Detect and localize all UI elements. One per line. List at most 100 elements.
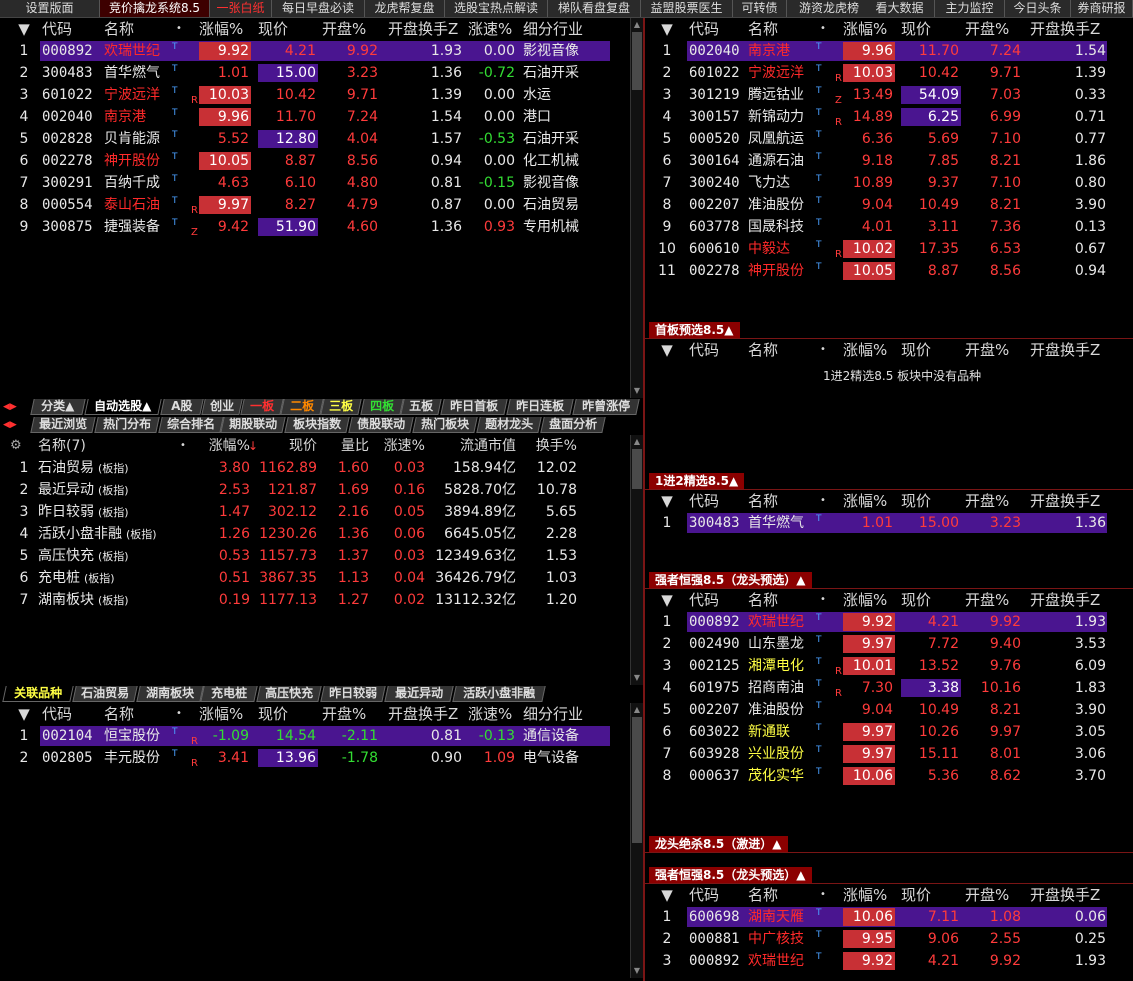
column-header-turn[interactable]: 开盘换手Z <box>1030 589 1126 611</box>
table-row[interactable]: 6 300164 通源石油 T 9.18 7.85 8.21 1.86 <box>645 150 1133 172</box>
stock-code[interactable]: 000881 <box>689 928 747 950</box>
table-row[interactable]: 2 最近异动 (板指) 2.53 121.87 1.69 0.16 5828.70亿 10.78 <box>0 479 643 501</box>
strip-tab-1[interactable]: 分类▲ <box>30 399 86 415</box>
info-t-icon[interactable]: T <box>816 902 822 924</box>
stock-name[interactable]: 湖南天雁 <box>748 906 823 928</box>
table-row[interactable]: 2 601022 宁波远洋 T R 10.03 10.42 9.71 1.39 <box>645 62 1133 84</box>
stock-name[interactable]: 南京港 <box>104 106 179 128</box>
main-list-scrollbar[interactable]: ▲ ▼ <box>630 18 643 398</box>
sort-desc-icon[interactable]: ↓ <box>248 435 258 457</box>
top-tab-5[interactable]: 龙虎帮复盘 <box>365 0 445 17</box>
stock-name[interactable]: 国晟科技 <box>748 216 823 238</box>
info-t-icon[interactable]: T <box>172 743 178 765</box>
stock-code[interactable]: 600610 <box>689 238 747 260</box>
sector-list-scrollbar[interactable]: ▲ ▼ <box>630 435 643 685</box>
stock-name[interactable]: 中毅达 <box>748 238 823 260</box>
table-row[interactable]: 1 002104 恒宝股份 T R -1.09 14.54 -2.11 0.81 -0.13 通信设… <box>0 725 643 747</box>
stock-name[interactable]: 贝肯能源 <box>104 128 179 150</box>
strip-tab-2[interactable]: 石油贸易 <box>72 686 138 702</box>
top-tab-8[interactable]: 益盟股票医生 <box>641 0 733 17</box>
sector-name-cell[interactable]: 昨日较弱 (板指) <box>38 501 188 523</box>
stock-name[interactable]: 欢瑞世纪 <box>748 611 823 633</box>
stock-code[interactable]: 002125 <box>689 655 747 677</box>
column-header-turn[interactable]: 开盘换手Z <box>1030 339 1126 361</box>
column-header-speed[interactable]: 涨速% <box>375 435 425 457</box>
scroll-up-icon[interactable]: ▲ <box>632 437 642 447</box>
stock-name[interactable]: 准油股份 <box>748 699 823 721</box>
info-t-icon[interactable]: T <box>172 190 178 212</box>
stock-code[interactable]: 300164 <box>689 150 747 172</box>
stock-name[interactable]: 宁波远洋 <box>104 84 179 106</box>
stock-name[interactable]: 茂化实华 <box>748 765 823 787</box>
info-t-icon[interactable]: T <box>172 102 178 124</box>
stock-name[interactable]: 欢瑞世纪 <box>748 950 823 972</box>
collapse-arrow-icon[interactable]: ▼ <box>14 703 34 725</box>
stock-code[interactable]: 000892 <box>689 950 747 972</box>
stock-code[interactable]: 002805 <box>42 747 100 769</box>
stock-code[interactable]: 002278 <box>42 150 100 172</box>
table-row[interactable]: 4 002040 南京港 T 9.96 11.70 7.24 1.54 0.00 港口 <box>0 106 643 128</box>
top-tab-2[interactable]: 竞价擒龙系统8.5 <box>100 0 210 17</box>
sector-name-cell[interactable]: 充电桩 (板指) <box>38 567 188 589</box>
strip-tab-8[interactable]: 四板 <box>360 399 404 415</box>
stock-code[interactable]: 000637 <box>689 765 747 787</box>
column-header-name[interactable]: 名称 <box>748 18 843 40</box>
stock-code[interactable]: 601975 <box>689 677 747 699</box>
table-row[interactable]: 6 充电桩 (板指) 0.51 3867.35 1.13 0.04 36426.79亿 1.03 <box>0 567 643 589</box>
table-row[interactable]: 2 300483 首华燃气 T 1.01 15.00 3.23 1.36 -0.72 石油开采 <box>0 62 643 84</box>
stock-code[interactable]: 002278 <box>689 260 747 282</box>
column-header-name[interactable]: 名称 <box>104 18 199 40</box>
info-t-icon[interactable]: T <box>172 36 178 58</box>
strip-tab-5[interactable]: 板块指数 <box>284 417 350 433</box>
info-t-icon[interactable]: T <box>816 508 822 530</box>
stock-name[interactable]: 招商南油 <box>748 677 823 699</box>
strip-nav-arrows-icon[interactable]: ◀▶ <box>3 399 17 415</box>
top-tab-9[interactable]: 可转债 <box>733 0 787 17</box>
info-t-icon[interactable]: T <box>816 146 822 168</box>
top-tab-12[interactable]: 主力监控 <box>935 0 1005 17</box>
table-row[interactable]: 7 300240 飞力达 T 10.89 9.37 7.10 0.80 <box>645 172 1133 194</box>
strip-tab-12[interactable]: 昨曾涨停 <box>572 399 640 415</box>
stock-code[interactable]: 002207 <box>689 194 747 216</box>
strip-tab-9[interactable]: 五板 <box>400 399 442 415</box>
table-row[interactable]: 7 湖南板块 (板指) 0.19 1177.13 1.27 0.02 13112.32亿 1.2… <box>0 589 643 611</box>
info-t-icon[interactable]: T <box>172 124 178 146</box>
top-tab-11[interactable]: 看大数据 <box>865 0 935 17</box>
top-tab-6[interactable]: 选股宝热点解读 <box>445 0 548 17</box>
stock-name[interactable]: 通源石油 <box>748 150 823 172</box>
stock-name[interactable]: 神开股份 <box>748 260 823 282</box>
info-t-icon[interactable]: T <box>816 739 822 761</box>
table-row[interactable]: 8 000637 茂化实华 T 10.06 5.36 8.62 3.70 <box>645 765 1133 787</box>
stock-name[interactable]: 南京港 <box>748 40 823 62</box>
strip-tab-2[interactable]: 自动选股▲ <box>84 399 162 415</box>
sector-name-cell[interactable]: 高压快充 (板指) <box>38 545 188 567</box>
scroll-up-icon[interactable]: ▲ <box>632 20 642 30</box>
strip-tab-3[interactable]: A股 <box>160 399 204 415</box>
table-row[interactable]: 1 002040 南京港 T 9.96 11.70 7.24 1.54 <box>645 40 1133 62</box>
related-list-scrollbar[interactable]: ▲ ▼ <box>630 703 643 978</box>
sector-name[interactable]: 高压快充 <box>38 548 94 564</box>
section-title-1to2[interactable]: 1进2精选8.5▲ <box>649 473 745 489</box>
stock-code[interactable]: 300483 <box>689 512 747 534</box>
strip-tab-6[interactable]: 昨日较弱 <box>320 686 386 702</box>
strip-tab-1[interactable]: 关联品种 <box>2 686 74 702</box>
info-t-icon[interactable]: T <box>816 629 822 651</box>
table-row[interactable]: 3 002125 湘潭电化 T R 10.01 13.52 9.76 6.09 <box>645 655 1133 677</box>
top-tab-7[interactable]: 梯队看盘复盘 <box>548 0 641 17</box>
table-row[interactable]: 3 000892 欢瑞世纪 T 9.92 4.21 9.92 1.93 <box>645 950 1133 972</box>
stock-code[interactable]: 000892 <box>42 40 100 62</box>
table-row[interactable]: 2 000881 中广核技 T 9.95 9.06 2.55 0.25 <box>645 928 1133 950</box>
info-t-icon[interactable]: T <box>816 36 822 58</box>
sector-name[interactable]: 活跃小盘非融 <box>38 526 122 542</box>
sector-name[interactable]: 昨日较弱 <box>38 504 94 520</box>
column-header-name[interactable]: 名称(7) <box>38 435 188 457</box>
table-row[interactable]: 6 002278 神开股份 T 10.05 8.87 8.56 0.94 0.00 化工机械 <box>0 150 643 172</box>
scroll-thumb[interactable] <box>632 449 642 489</box>
sector-name-cell[interactable]: 最近异动 (板指) <box>38 479 188 501</box>
stock-code[interactable]: 601022 <box>689 62 747 84</box>
info-t-icon[interactable]: T <box>172 721 178 743</box>
collapse-arrow-icon[interactable]: ▼ <box>657 18 677 40</box>
stock-code[interactable]: 300157 <box>689 106 747 128</box>
table-row[interactable]: 9 603778 国晟科技 T 4.01 3.11 7.36 0.13 <box>645 216 1133 238</box>
stock-code[interactable]: 301219 <box>689 84 747 106</box>
